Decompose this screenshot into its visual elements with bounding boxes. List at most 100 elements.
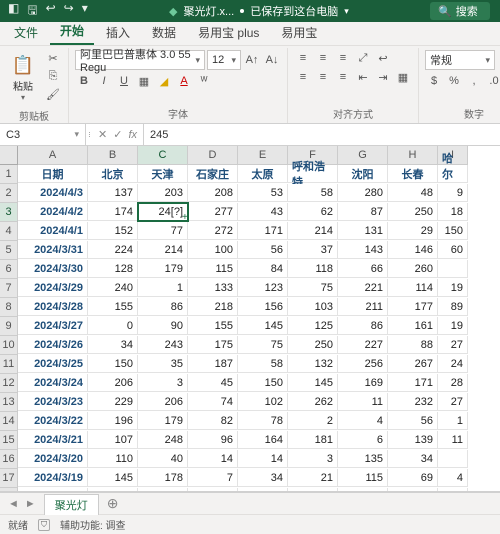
data-cell[interactable]: 135 (338, 450, 388, 468)
tab-home[interactable]: 开始 (50, 18, 94, 45)
row-header[interactable]: 4 (0, 222, 18, 241)
data-cell[interactable] (438, 488, 468, 492)
align-bottom-icon[interactable]: ≡ (334, 50, 352, 66)
data-cell[interactable]: 24 (438, 355, 468, 373)
copy-icon[interactable]: ⎘ (44, 68, 62, 84)
data-cell[interactable]: 75 (288, 279, 338, 297)
italic-icon[interactable]: I (95, 73, 113, 89)
header-cell[interactable]: 北京 (88, 165, 138, 183)
data-cell[interactable]: 145 (238, 317, 288, 335)
data-cell[interactable]: 37 (288, 241, 338, 259)
data-cell[interactable]: 161 (388, 317, 438, 335)
wrap-text-icon[interactable]: ↩ (374, 50, 392, 66)
date-cell[interactable]: 2024/3/23 (18, 393, 88, 411)
data-cell[interactable]: 137 (88, 184, 138, 202)
column-header[interactable]: H (388, 146, 438, 165)
data-cell[interactable]: 4 (438, 469, 468, 487)
data-cell[interactable]: 243 (138, 336, 188, 354)
date-cell[interactable]: 2024/3/30 (18, 260, 88, 278)
data-cell[interactable]: 86 (138, 298, 188, 316)
data-cell[interactable]: 58 (288, 184, 338, 202)
data-cell[interactable]: 40 (138, 450, 188, 468)
data-cell[interactable]: 187 (188, 355, 238, 373)
data-cell[interactable]: 43 (238, 203, 288, 221)
data-cell[interactable]: 77 (138, 222, 188, 240)
data-cell[interactable]: 145 (288, 374, 338, 392)
data-cell[interactable]: 171 (388, 374, 438, 392)
data-cell[interactable]: 21 (288, 469, 338, 487)
font-name-combo[interactable]: 阿里巴巴普惠体 3.0 55 Regu▾ (75, 50, 205, 70)
data-cell[interactable]: 3 (288, 450, 338, 468)
date-cell[interactable]: 2024/3/20 (18, 450, 88, 468)
merge-icon[interactable]: ▦ (394, 69, 412, 85)
data-cell[interactable]: 27 (438, 393, 468, 411)
data-cell[interactable]: 78 (238, 412, 288, 430)
data-cell[interactable]: 28 (438, 374, 468, 392)
data-cell[interactable]: 150 (88, 355, 138, 373)
data-cell[interactable]: 102 (238, 393, 288, 411)
data-cell[interactable]: 214 (288, 222, 338, 240)
data-cell[interactable]: 75 (238, 336, 288, 354)
data-cell[interactable]: 14 (188, 450, 238, 468)
row-header[interactable]: 11 (0, 355, 18, 374)
data-cell[interactable]: 9 (438, 184, 468, 202)
align-middle-icon[interactable]: ≡ (314, 50, 332, 66)
chevron-down-icon[interactable]: ▾ (344, 6, 349, 17)
data-cell[interactable]: 89 (88, 488, 138, 492)
date-cell[interactable]: 2024/3/24 (18, 374, 88, 392)
data-cell[interactable]: 178 (138, 469, 188, 487)
sheet-nav-prev-icon[interactable]: ◄ (8, 498, 19, 510)
data-cell[interactable]: 58 (238, 355, 288, 373)
date-cell[interactable]: 2024/3/27 (18, 317, 88, 335)
data-cell[interactable]: 4 (338, 412, 388, 430)
decrease-font-icon[interactable]: A↓ (263, 52, 281, 68)
data-cell[interactable]: 175 (188, 336, 238, 354)
data-cell[interactable]: 152 (88, 222, 138, 240)
tab-yiyongbao[interactable]: 易用宝 (271, 20, 327, 45)
column-header[interactable]: D (188, 146, 238, 165)
data-cell[interactable]: 24[?] (138, 203, 188, 221)
date-cell[interactable]: 2024/3/25 (18, 355, 88, 373)
data-cell[interactable]: 218 (188, 298, 238, 316)
data-cell[interactable]: 69 (388, 469, 438, 487)
align-center-icon[interactable]: ≡ (314, 69, 332, 85)
data-cell[interactable]: 214 (138, 241, 188, 259)
data-cell[interactable]: 206 (88, 374, 138, 392)
align-left-icon[interactable]: ≡ (294, 69, 312, 85)
orientation-icon[interactable]: ⤢ (354, 50, 372, 66)
column-header[interactable]: G (338, 146, 388, 165)
qat-dropdown-icon[interactable]: ▾ (82, 1, 88, 22)
data-cell[interactable]: 196 (88, 412, 138, 430)
data-cell[interactable]: 88 (388, 336, 438, 354)
data-cell[interactable]: 208 (188, 184, 238, 202)
data-cell[interactable]: 7 (188, 469, 238, 487)
data-cell[interactable]: 128 (88, 260, 138, 278)
data-cell[interactable]: 164 (238, 431, 288, 449)
data-cell[interactable]: 35 (138, 355, 188, 373)
data-cell[interactable]: 86 (338, 317, 388, 335)
date-cell[interactable]: 2024/4/2 (18, 203, 88, 221)
tab-file[interactable]: 文件 (4, 20, 48, 45)
spreadsheet-grid[interactable]: ABCDEFGHI1日期北京天津石家庄太原呼和浩特沈阳长春哈尔滨22024/4/… (0, 146, 500, 492)
header-cell[interactable]: 沈阳 (338, 165, 388, 183)
data-cell[interactable]: 123 (238, 279, 288, 297)
header-cell[interactable]: 天津 (138, 165, 188, 183)
data-cell[interactable]: 34 (88, 336, 138, 354)
data-cell[interactable]: 118 (288, 260, 338, 278)
data-cell[interactable]: 19 (438, 317, 468, 335)
row-header[interactable]: 1 (0, 165, 18, 184)
data-cell[interactable]: 62 (288, 203, 338, 221)
data-cell[interactable]: 179 (138, 412, 188, 430)
date-cell[interactable]: 2024/3/19 (18, 469, 88, 487)
data-cell[interactable]: 156 (238, 298, 288, 316)
row-header[interactable]: 8 (0, 298, 18, 317)
header-cell[interactable]: 太原 (238, 165, 288, 183)
date-cell[interactable]: 2024/3/22 (18, 412, 88, 430)
data-cell[interactable]: 6 (338, 431, 388, 449)
data-cell[interactable]: 227 (338, 336, 388, 354)
data-cell[interactable]: 272 (188, 222, 238, 240)
data-cell[interactable]: 229 (88, 393, 138, 411)
header-cell[interactable]: 哈尔滨 (438, 165, 468, 183)
underline-icon[interactable]: U (115, 73, 133, 89)
autosave-icon[interactable]: ◧ (8, 1, 19, 22)
